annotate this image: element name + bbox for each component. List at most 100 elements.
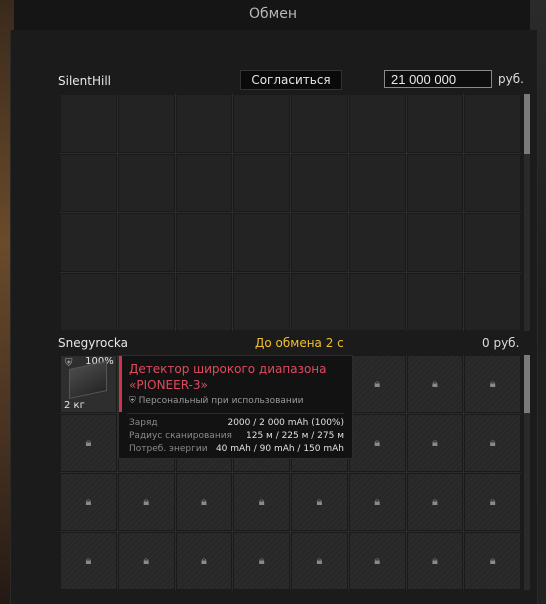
grid-cell[interactable]	[406, 272, 464, 331]
grid-cell[interactable]	[117, 153, 175, 212]
grid-cell[interactable]: 🔒︎	[291, 473, 348, 531]
grid-cell[interactable]	[348, 153, 406, 212]
grid-cell[interactable]	[406, 94, 464, 153]
tooltip-binding: ⛨ Персональный при использовании	[129, 396, 304, 406]
lock-icon: 🔒︎	[200, 495, 207, 508]
lock-icon: 🔒︎	[143, 495, 150, 508]
top-grid-scrollbar[interactable]	[524, 94, 530, 331]
lock-icon: 🔒︎	[431, 495, 438, 508]
stat-value: 2000 / 2 000 mAh (100%)	[227, 418, 344, 428]
lock-icon: 🔒︎	[85, 436, 92, 449]
grid-cell[interactable]: 🔒︎	[60, 414, 117, 472]
grid-cell[interactable]: 🔒︎	[406, 414, 464, 472]
grid-cell[interactable]	[406, 213, 464, 272]
grid-cell[interactable]	[291, 272, 348, 331]
lock-icon: 🔒︎	[374, 377, 381, 390]
lock-icon: 🔒︎	[143, 554, 150, 567]
tooltip-divider	[127, 413, 344, 414]
grid-cell[interactable]: 🔒︎	[464, 414, 521, 472]
tooltip-stat-row: Потреб. энергии 40 mAh / 90 mAh / 150 mA…	[129, 444, 344, 454]
grid-cell[interactable]	[464, 94, 521, 153]
lock-icon: 🔒︎	[258, 495, 265, 508]
grid-cell[interactable]	[60, 272, 117, 331]
grid-cell[interactable]	[406, 153, 464, 212]
tooltip-binding-text: Персональный при использовании	[138, 396, 304, 406]
money-input[interactable]: 21 000 000	[384, 70, 492, 88]
grid-cell[interactable]	[60, 213, 117, 272]
grid-cell[interactable]: 🔒︎	[406, 473, 464, 531]
grid-cell[interactable]	[175, 272, 233, 331]
grid-cell[interactable]	[464, 153, 521, 212]
grid-cell[interactable]: 🔒︎	[233, 473, 290, 531]
grid-cell[interactable]	[175, 213, 233, 272]
grid-cell[interactable]: 🔒︎	[348, 532, 406, 590]
grid-cell[interactable]	[233, 272, 290, 331]
stat-label: Потреб. энергии	[129, 444, 208, 454]
grid-cell[interactable]	[348, 272, 406, 331]
grid-cell[interactable]	[464, 213, 521, 272]
lock-icon: 🔒︎	[431, 436, 438, 449]
tooltip-item-title: Детектор широкого диапазона «PIONEER-3»	[129, 362, 327, 392]
grid-cell[interactable]: 🔒︎	[348, 473, 406, 531]
grid-cell[interactable]: 🔒︎	[348, 414, 406, 472]
grid-cell[interactable]	[291, 94, 348, 153]
grid-cell[interactable]: 🔒︎	[406, 532, 464, 590]
stat-value: 125 м / 225 м / 275 м	[246, 431, 344, 441]
lock-icon: 🔒︎	[374, 554, 381, 567]
grid-cell[interactable]: 🔒︎	[406, 355, 464, 413]
grid-cell[interactable]: 🔒︎	[464, 473, 521, 531]
agree-button[interactable]: Согласиться	[240, 70, 342, 90]
grid-cell[interactable]: 🔒︎	[175, 473, 233, 531]
bottom-grid-scrollbar[interactable]	[524, 355, 530, 590]
grid-cell[interactable]: 🔒︎	[60, 473, 117, 531]
stat-label: Заряд	[129, 418, 158, 428]
lock-icon: 🔒︎	[85, 554, 92, 567]
lock-icon: 🔒︎	[374, 495, 381, 508]
lock-icon: 🔒︎	[489, 554, 496, 567]
lock-icon: 🔒︎	[489, 495, 496, 508]
window-title: Обмен	[249, 6, 297, 22]
grid-cell[interactable]: 🔒︎	[291, 532, 348, 590]
stat-label: Радиус сканирования	[129, 431, 232, 441]
tooltip-stat-row: Радиус сканирования 125 м / 225 м / 275 …	[129, 431, 344, 441]
grid-cell[interactable]	[175, 94, 233, 153]
grid-cell[interactable]: 🔒︎	[175, 532, 233, 590]
grid-cell[interactable]: 🔒︎	[117, 532, 175, 590]
grid-cell[interactable]	[291, 153, 348, 212]
detector-icon	[69, 360, 107, 400]
grid-cell[interactable]: 🔒︎	[464, 532, 521, 590]
grid-cell[interactable]	[233, 213, 290, 272]
grid-cell[interactable]: 🔒︎	[233, 532, 290, 590]
grid-cell[interactable]	[60, 153, 117, 212]
grid-cell[interactable]	[117, 213, 175, 272]
bottom-scroll-thumb[interactable]	[524, 355, 530, 413]
grid-cell[interactable]	[233, 153, 290, 212]
grid-cell[interactable]	[233, 94, 290, 153]
item-tooltip: Детектор широкого диапазона «PIONEER-3» …	[118, 355, 353, 459]
grid-cell[interactable]	[175, 153, 233, 212]
grid-cell[interactable]: 🔒︎	[464, 355, 521, 413]
top-player-name: SilentHill	[58, 74, 112, 88]
lock-icon: 🔒︎	[258, 554, 265, 567]
grid-cell[interactable]	[60, 94, 117, 153]
grid-cell[interactable]	[291, 213, 348, 272]
grid-cell[interactable]: 🔒︎	[117, 473, 175, 531]
grid-cell[interactable]	[117, 94, 175, 153]
tooltip-stat-row: Заряд 2000 / 2 000 mAh (100%)	[129, 418, 344, 428]
lock-icon: 🔒︎	[85, 495, 92, 508]
tooltip-accent-bar	[119, 356, 122, 412]
grid-cell[interactable]: 🔒︎	[60, 532, 117, 590]
grid-cell[interactable]	[348, 213, 406, 272]
item-slot-detector[interactable]: ⛨ 100% 2 кг	[60, 355, 117, 413]
lock-icon: 🔒︎	[431, 554, 438, 567]
grid-cell[interactable]	[464, 272, 521, 331]
lock-icon: 🔒︎	[316, 554, 323, 567]
grid-cell[interactable]: 🔒︎	[348, 355, 406, 413]
grid-cell[interactable]	[117, 272, 175, 331]
lock-icon: 🔒︎	[374, 436, 381, 449]
grid-cell[interactable]	[348, 94, 406, 153]
trade-timer: До обмена 2 с	[255, 336, 344, 350]
item-weight: 2 кг	[64, 400, 85, 411]
lock-icon: 🔒︎	[489, 436, 496, 449]
top-scroll-thumb[interactable]	[524, 94, 530, 154]
